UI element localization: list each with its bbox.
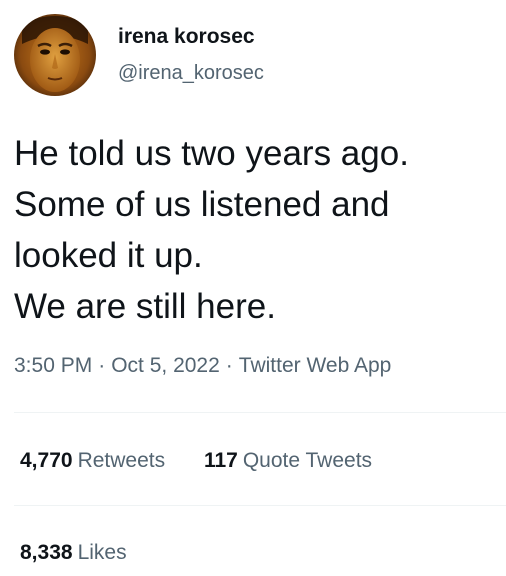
tweet-text: He told us two years ago. Some of us lis… [14,128,500,332]
tweet-time[interactable]: 3:50 PM [14,354,92,377]
likes-count: 8,338 [20,541,73,564]
likes-row: 8,338 Likes [20,538,127,568]
tweet-date[interactable]: Oct 5, 2022 [111,354,220,377]
tweet-line: We are still here. [14,287,276,326]
likes-stat[interactable]: 8,338 Likes [20,538,127,568]
user-handle[interactable]: @irena_korosec [118,60,264,86]
profile-photo-icon [14,14,96,96]
avatar[interactable] [14,14,96,96]
tweet-meta: 3:50 PM · Oct 5, 2022 · Twitter Web App [14,351,391,381]
quote-tweets-count: 117 [203,449,238,472]
engagement-row: 4,770 Retweets 117 Quote Tweets [20,446,372,476]
tweet-line: He told us two years ago. [14,134,409,173]
meta-separator: · [225,354,233,377]
display-name[interactable]: irena korosec [118,24,255,50]
retweets-label: Retweets [77,449,166,472]
likes-label: Likes [77,541,127,564]
divider [14,505,506,506]
meta-separator: · [98,354,106,377]
quote-tweets-stat[interactable]: 117 Quote Tweets [204,446,372,476]
retweets-stat[interactable]: 4,770 Retweets [20,446,165,476]
divider [14,412,506,413]
tweet-line: Some of us listened and [14,185,390,224]
tweet-line: looked it up. [14,236,203,275]
quote-tweets-label: Quote Tweets [242,449,373,472]
tweet-source[interactable]: Twitter Web App [239,354,392,377]
retweets-count: 4,770 [20,449,73,472]
